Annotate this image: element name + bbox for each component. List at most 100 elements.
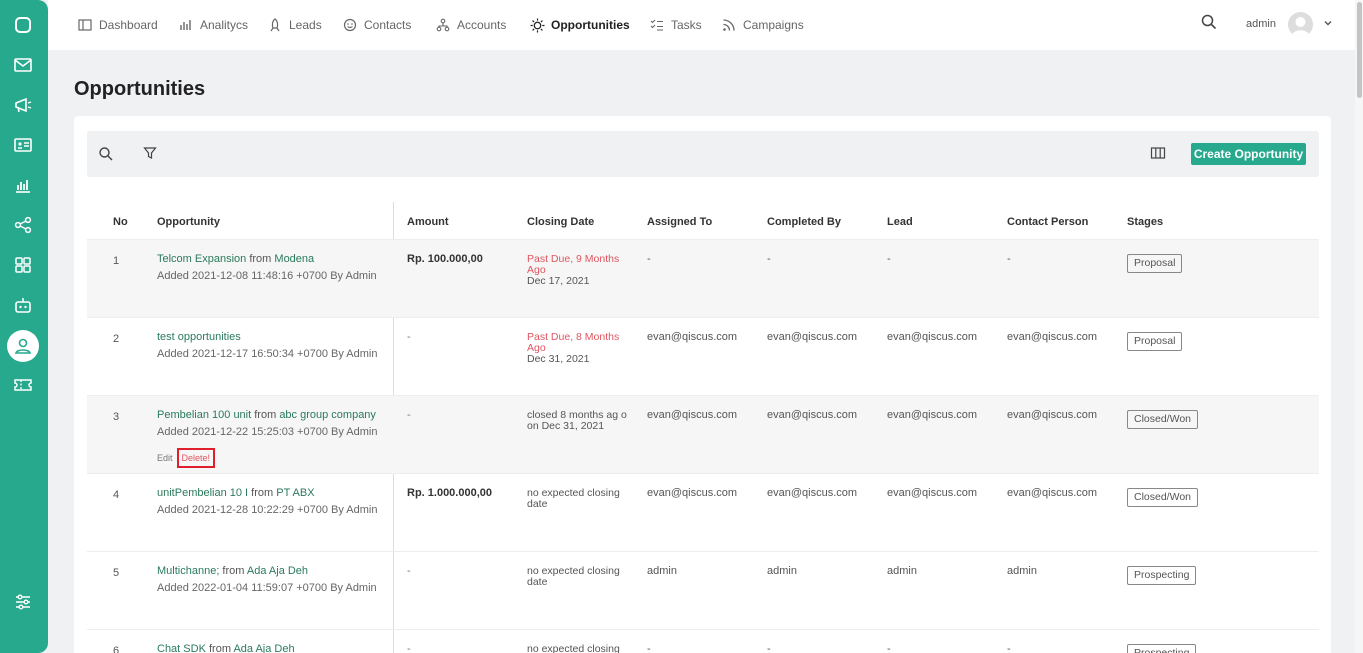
dashboard-icon (77, 17, 93, 33)
added-info: Added 2021-12-08 11:48:16 +0700 By Admin (157, 270, 377, 282)
stage-badge: Closed/Won (1127, 488, 1199, 507)
nav-tasks[interactable]: Tasks (649, 16, 702, 34)
header-assigned-to[interactable]: Assigned To (647, 216, 712, 228)
nav-dashboard[interactable]: Dashboard (77, 16, 158, 34)
robot-icon[interactable] (9, 291, 37, 319)
row-number: 1 (113, 255, 120, 267)
added-info: Added 2021-12-17 16:50:34 +0700 By Admin (157, 348, 378, 360)
tasks-icon (649, 17, 665, 33)
nav-opportunities[interactable]: Opportunities (529, 16, 630, 34)
closing-date-value: no expected closing date (527, 487, 620, 510)
opportunity-link[interactable]: Multichanne; (157, 565, 219, 577)
header-no[interactable]: No (113, 216, 128, 228)
stage-badge: Prospecting (1127, 644, 1197, 653)
opportunity-link[interactable]: unitPembelian 10 I (157, 487, 248, 499)
share-icon[interactable] (9, 211, 37, 239)
contacts-icon (342, 17, 358, 33)
header-amount[interactable]: Amount (407, 216, 449, 228)
added-info: Added 2021-12-28 10:22:29 +0700 By Admin (157, 504, 378, 516)
nav-label: Accounts (457, 18, 507, 32)
assigned-to: - (647, 253, 651, 265)
company-link[interactable]: Modena (274, 253, 314, 265)
ticket-icon[interactable] (9, 371, 37, 399)
company-link[interactable]: PT ABX (276, 487, 314, 499)
lead: admin (887, 565, 917, 577)
create-opportunity-button[interactable]: Create Opportunity (1191, 143, 1306, 165)
completed-by: evan@qiscus.com (767, 487, 858, 499)
closing-date: no expected closing (527, 644, 627, 653)
mail-icon[interactable] (9, 51, 37, 79)
assigned-to: evan@qiscus.com (647, 409, 738, 421)
contact-person: evan@qiscus.com (1007, 487, 1098, 499)
nav-analytics[interactable]: Analitycs (178, 16, 248, 34)
lead: - (887, 253, 891, 265)
table-row[interactable]: 5 Multichanne; from Ada Aja Deh Added 20… (87, 551, 1319, 629)
amount: - (407, 643, 411, 653)
header-contact-person[interactable]: Contact Person (1007, 216, 1088, 228)
header-stages[interactable]: Stages (1127, 216, 1163, 228)
delete-link[interactable]: Delete! (176, 448, 216, 468)
amount: - (407, 565, 411, 577)
nav-label: Dashboard (99, 18, 158, 32)
closing-date: no expected closing date (527, 488, 627, 510)
table-row[interactable]: 6 Chat SDK from Ada Aja Deh - no expecte… (87, 629, 1319, 653)
row-number: 3 (113, 411, 120, 423)
company-link[interactable]: abc group company (279, 409, 376, 421)
edit-link[interactable]: Edit (157, 453, 173, 463)
stage-badge: Proposal (1127, 254, 1183, 273)
company-link[interactable]: Ada Aja Deh (233, 643, 294, 653)
closing-status: Past Due, 8 Months Ago (527, 331, 620, 354)
id-card-icon[interactable] (9, 131, 37, 159)
added-info: Added 2021-12-22 15:25:03 +0700 By Admin (157, 426, 378, 438)
added-info: Added 2022-01-04 11:59:07 +0700 By Admin (157, 582, 377, 594)
opportunity-link[interactable]: Telcom Expansion (157, 253, 246, 265)
top-navigation: Dashboard Analitycs Leads Contacts Accou… (48, 0, 1355, 50)
nav-label: Opportunities (551, 18, 630, 32)
table-row[interactable]: 2 test opportunities Added 2021-12-17 16… (87, 317, 1319, 395)
nav-label: Campaigns (743, 18, 804, 32)
row-number: 6 (113, 645, 120, 653)
closing-status: Past Due, 9 Months Ago (527, 253, 620, 276)
chart-icon[interactable] (9, 171, 37, 199)
company-link[interactable]: Ada Aja Deh (247, 565, 308, 577)
opportunity-link[interactable]: test opportunities (157, 331, 241, 343)
user-icon[interactable] (7, 330, 39, 362)
settings-sliders-icon[interactable] (9, 588, 37, 616)
megaphone-icon[interactable] (9, 91, 37, 119)
header-completed-by[interactable]: Completed By (767, 216, 841, 228)
nav-contacts[interactable]: Contacts (342, 16, 411, 34)
apps-icon[interactable] (9, 251, 37, 279)
header-lead[interactable]: Lead (887, 216, 913, 228)
chat-icon[interactable] (9, 11, 37, 39)
analytics-icon (178, 17, 194, 33)
completed-by: evan@qiscus.com (767, 331, 858, 343)
nav-campaigns[interactable]: Campaigns (721, 16, 804, 34)
assigned-to: - (647, 643, 651, 653)
user-menu[interactable]: admin (1246, 10, 1333, 38)
header-opportunity[interactable]: Opportunity (157, 216, 220, 228)
nav-leads[interactable]: Leads (267, 16, 322, 34)
accounts-icon (435, 17, 451, 33)
closing-date: Past Due, 8 Months Ago Dec 31, 2021 (527, 332, 627, 365)
search-button[interactable] (1200, 10, 1218, 38)
closing-date-value: Dec 17, 2021 (527, 275, 590, 287)
closing-date-value: closed 8 months ag o on Dec 31, 2021 (527, 409, 627, 432)
opportunity-link[interactable]: Chat SDK (157, 643, 206, 653)
table-row[interactable]: 4 unitPembelian 10 I from PT ABX Added 2… (87, 473, 1319, 551)
header-closing-date[interactable]: Closing Date (527, 216, 594, 228)
table-row[interactable]: 3 Pembelian 100 unit from abc group comp… (87, 395, 1319, 473)
opportunity-link[interactable]: Pembelian 100 unit (157, 409, 251, 421)
contact-person: - (1007, 253, 1011, 265)
filter-icon[interactable] (138, 141, 162, 165)
completed-by: - (767, 643, 771, 653)
stage-badge: Closed/Won (1127, 410, 1199, 429)
table-row[interactable]: 1 Telcom Expansion from Modena Added 202… (87, 239, 1319, 317)
search-icon[interactable] (94, 142, 118, 166)
nav-accounts[interactable]: Accounts (435, 16, 506, 34)
closing-date-value: no expected closing (527, 643, 620, 653)
columns-icon[interactable] (1146, 141, 1170, 165)
scrollbar-thumb[interactable] (1357, 2, 1362, 98)
opportunity-cell: unitPembelian 10 I from PT ABX Added 202… (157, 488, 377, 516)
assigned-to: evan@qiscus.com (647, 487, 738, 499)
opportunity-cell: Chat SDK from Ada Aja Deh (157, 644, 295, 653)
